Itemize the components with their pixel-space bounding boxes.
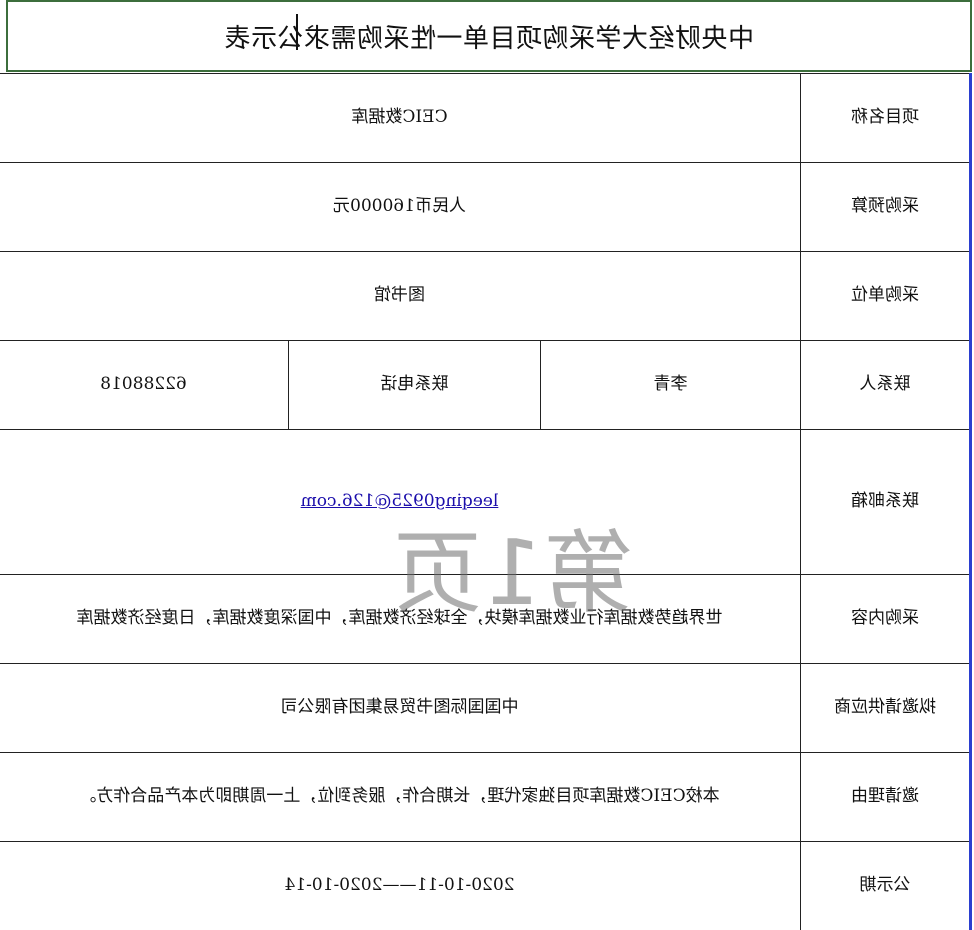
label-project-name: 项目名称 [800, 73, 971, 163]
label-unit: 采购单位 [800, 251, 971, 341]
value-content: 世界趋势数据库行业数据库模块，全球经济数据库，中国深度数据库，日度经济数据库 [0, 574, 801, 664]
page-title: 中央财经大学采购项目单一性采购需求公示表 [224, 23, 755, 54]
title-bar: 中央财经大学采购项目单一性采购需求公示表 [6, 0, 972, 72]
row-contact: 联系人 李青 联系电话 62288018 [0, 340, 971, 430]
value-unit: 图书馆 [0, 251, 801, 341]
value-reason: 本校CEIC数据库项目独家代理，长期合作，服务到位，上一周期即为本产品合作方。 [0, 752, 801, 842]
label-contact: 联系人 [800, 340, 971, 430]
row-content: 采购内容 世界趋势数据库行业数据库模块，全球经济数据库，中国深度数据库，日度经济… [0, 574, 971, 664]
value-phone: 62288018 [0, 340, 289, 430]
row-period: 公示期 2020-10-11——2020-10-14 [0, 841, 971, 930]
value-period: 2020-10-11——2020-10-14 [0, 841, 801, 930]
value-project-name: CEIC数据库 [0, 73, 801, 163]
value-supplier: 中国国际图书贸易集团有限公司 [0, 663, 801, 753]
label-period: 公示期 [800, 841, 971, 930]
document-page: 中央财经大学采购项目单一性采购需求公示表 项目名称 CEIC数据库 采购预算 人… [0, 0, 974, 930]
label-supplier: 拟邀请供应商 [800, 663, 971, 753]
procurement-table: 项目名称 CEIC数据库 采购预算 人民币160000元 采购单位 图书馆 联系… [0, 73, 972, 930]
label-content: 采购内容 [800, 574, 971, 664]
value-contact-name: 李青 [540, 340, 801, 430]
row-budget: 采购预算 人民币160000元 [0, 162, 971, 252]
label-email: 联系邮箱 [800, 429, 971, 575]
text-cursor [296, 14, 298, 50]
row-project-name: 项目名称 CEIC数据库 [0, 73, 971, 163]
row-unit: 采购单位 图书馆 [0, 251, 971, 341]
email-link[interactable]: leeqing0925@126.com [301, 491, 499, 511]
value-email-cell: leeqing0925@126.com [0, 429, 801, 575]
label-budget: 采购预算 [800, 162, 971, 252]
row-reason: 邀请理由 本校CEIC数据库项目独家代理，长期合作，服务到位，上一周期即为本产品… [0, 752, 971, 842]
mirrored-form: 中央财经大学采购项目单一性采购需求公示表 项目名称 CEIC数据库 采购预算 人… [0, 0, 974, 930]
row-email: 联系邮箱 leeqing0925@126.com [0, 429, 971, 575]
row-supplier: 拟邀请供应商 中国国际图书贸易集团有限公司 [0, 663, 971, 753]
label-phone: 联系电话 [288, 340, 541, 430]
value-budget: 人民币160000元 [0, 162, 801, 252]
label-reason: 邀请理由 [800, 752, 971, 842]
